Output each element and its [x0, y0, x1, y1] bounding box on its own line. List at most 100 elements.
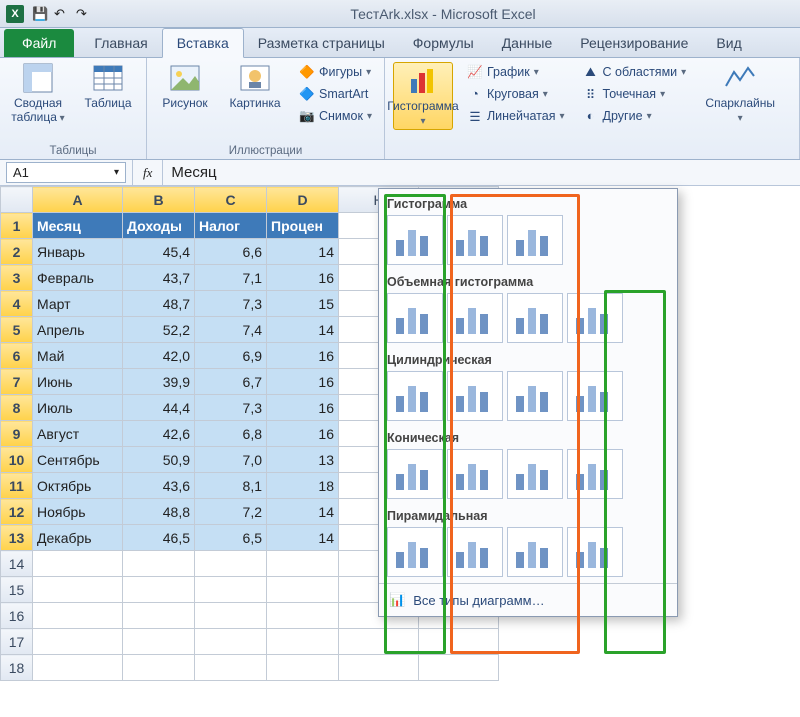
cell[interactable]: 7,4 [195, 317, 267, 343]
row-header[interactable]: 8 [1, 395, 33, 421]
histogram-button[interactable]: Гистограмма [393, 62, 453, 130]
chart-option[interactable] [447, 371, 503, 421]
cell[interactable]: 45,4 [123, 239, 195, 265]
undo-icon[interactable]: ↶ [54, 6, 70, 22]
row-header[interactable]: 9 [1, 421, 33, 447]
cell[interactable]: Октябрь [33, 473, 123, 499]
cell[interactable]: 42,0 [123, 343, 195, 369]
chart-option[interactable] [387, 449, 443, 499]
pie-chart-button[interactable]: ◔Круговая [463, 84, 569, 104]
cell[interactable]: 6,9 [195, 343, 267, 369]
row-header[interactable]: 7 [1, 369, 33, 395]
cell[interactable]: Сентябрь [33, 447, 123, 473]
chart-option[interactable] [507, 371, 563, 421]
row-header[interactable]: 1 [1, 213, 33, 239]
chart-option[interactable] [387, 293, 443, 343]
cell[interactable]: 16 [267, 395, 339, 421]
cell[interactable]: 48,7 [123, 291, 195, 317]
smartart-button[interactable]: 🔷SmartArt [295, 84, 376, 104]
row-header[interactable]: 4 [1, 291, 33, 317]
cell[interactable]: 14 [267, 525, 339, 551]
cell[interactable]: 52,2 [123, 317, 195, 343]
cell[interactable]: 44,4 [123, 395, 195, 421]
chart-option[interactable] [567, 293, 623, 343]
cell[interactable]: 14 [267, 499, 339, 525]
cell[interactable] [339, 629, 419, 655]
row-header[interactable]: 2 [1, 239, 33, 265]
row-header[interactable]: 18 [1, 655, 33, 681]
col-header-A[interactable]: A [33, 187, 123, 213]
name-box[interactable]: A1▾ [6, 162, 126, 183]
cell[interactable]: Процен [267, 213, 339, 239]
cell[interactable]: 50,9 [123, 447, 195, 473]
save-icon[interactable]: 💾 [32, 6, 48, 22]
cell[interactable]: 15 [267, 291, 339, 317]
all-chart-types-button[interactable]: 📊 Все типы диаграмм… [379, 583, 677, 616]
tab-file[interactable]: Файл [4, 29, 74, 57]
formula-input[interactable]: Месяц [163, 164, 800, 181]
row-header[interactable]: 5 [1, 317, 33, 343]
chart-option[interactable] [507, 527, 563, 577]
sparklines-button[interactable]: Спарклайны [710, 62, 770, 124]
cell[interactable] [195, 629, 267, 655]
row-header[interactable]: 3 [1, 265, 33, 291]
row-header[interactable]: 14 [1, 551, 33, 577]
cell[interactable]: Месяц [33, 213, 123, 239]
cell[interactable]: 6,8 [195, 421, 267, 447]
cell[interactable] [33, 551, 123, 577]
cell[interactable]: 43,6 [123, 473, 195, 499]
cell[interactable]: 7,3 [195, 395, 267, 421]
chart-option[interactable] [387, 371, 443, 421]
redo-icon[interactable]: ↷ [76, 6, 92, 22]
cell[interactable]: 14 [267, 317, 339, 343]
chart-option[interactable] [387, 215, 443, 265]
cell[interactable]: 6,5 [195, 525, 267, 551]
cell[interactable]: 7,0 [195, 447, 267, 473]
bar-chart-button[interactable]: ☰Линейчатая [463, 106, 569, 126]
tab-formulas[interactable]: Формулы [399, 29, 488, 57]
chart-option[interactable] [567, 527, 623, 577]
cell[interactable] [195, 551, 267, 577]
col-header-D[interactable]: D [267, 187, 339, 213]
cell[interactable]: 16 [267, 343, 339, 369]
row-header[interactable]: 10 [1, 447, 33, 473]
cell[interactable] [123, 577, 195, 603]
row-header[interactable]: 12 [1, 499, 33, 525]
tab-home[interactable]: Главная [80, 29, 161, 57]
row-header[interactable]: 13 [1, 525, 33, 551]
chart-option[interactable] [447, 293, 503, 343]
row-header[interactable]: 15 [1, 577, 33, 603]
cell[interactable] [195, 577, 267, 603]
select-all-corner[interactable] [1, 187, 33, 213]
cell[interactable]: Май [33, 343, 123, 369]
cell[interactable]: Апрель [33, 317, 123, 343]
cell[interactable] [267, 577, 339, 603]
cell[interactable]: 18 [267, 473, 339, 499]
cell[interactable]: Доходы [123, 213, 195, 239]
cell[interactable] [267, 551, 339, 577]
chart-option[interactable] [567, 449, 623, 499]
cell[interactable] [33, 603, 123, 629]
cell[interactable]: 39,9 [123, 369, 195, 395]
cell[interactable] [419, 629, 499, 655]
row-header[interactable]: 6 [1, 343, 33, 369]
cell[interactable] [267, 603, 339, 629]
other-charts-button[interactable]: ◐Другие [579, 106, 691, 126]
cell[interactable] [33, 577, 123, 603]
cell[interactable] [195, 603, 267, 629]
cell[interactable]: Ноябрь [33, 499, 123, 525]
cell[interactable] [123, 603, 195, 629]
cell[interactable]: Июнь [33, 369, 123, 395]
cell[interactable]: 48,8 [123, 499, 195, 525]
row-header[interactable]: 16 [1, 603, 33, 629]
cell[interactable]: Январь [33, 239, 123, 265]
shapes-button[interactable]: 🔶Фигуры [295, 62, 376, 82]
col-header-B[interactable]: B [123, 187, 195, 213]
chart-option[interactable] [447, 449, 503, 499]
cell[interactable]: 13 [267, 447, 339, 473]
tab-page-layout[interactable]: Разметка страницы [244, 29, 399, 57]
screenshot-button[interactable]: 📷Снимок [295, 106, 376, 126]
tab-insert[interactable]: Вставка [162, 28, 244, 58]
chart-option[interactable] [447, 527, 503, 577]
cell[interactable]: 43,7 [123, 265, 195, 291]
